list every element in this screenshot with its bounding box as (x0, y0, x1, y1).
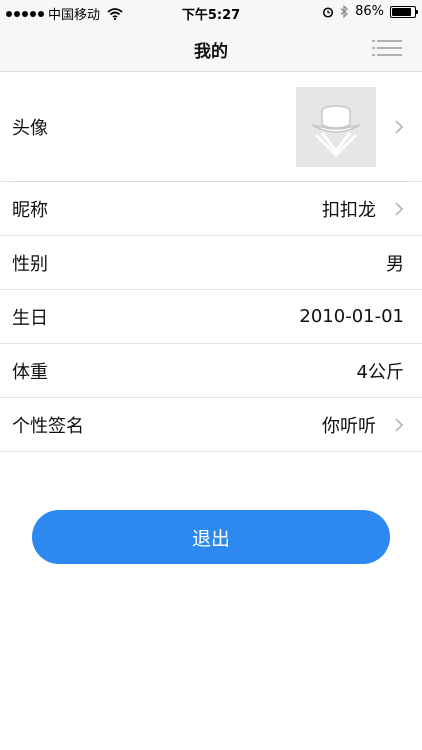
row-label-gender: 性别 (12, 253, 48, 275)
row-label-birthday: 生日 (12, 307, 48, 329)
menu-list-icon[interactable] (372, 38, 402, 58)
battery-icon (390, 5, 418, 18)
chevron-right-icon (395, 417, 404, 432)
row-value-nickname: 扣扣龙 (322, 199, 376, 221)
profile-row-avatar[interactable]: 头像 (0, 72, 422, 182)
profile-row-birthday: 生日 2010-01-01 (0, 290, 422, 344)
row-label-weight: 体重 (12, 361, 48, 383)
status-bar: 中国移动 下午5:27 86% (0, 0, 422, 24)
profile-row-gender: 性别 男 (0, 236, 422, 290)
row-value-gender: 男 (386, 253, 404, 275)
status-right: 86% (322, 4, 418, 19)
row-value-signature: 你听听 (322, 415, 376, 437)
row-value-weight: 4公斤 (356, 361, 404, 383)
default-avatar-icon (311, 104, 361, 157)
battery-percent: 86% (355, 4, 384, 19)
page-title: 我的 (194, 42, 228, 62)
bluetooth-icon (340, 5, 348, 18)
avatar[interactable] (296, 86, 376, 167)
navigation-bar: 我的 (0, 24, 422, 72)
chevron-right-icon (395, 119, 404, 134)
alarm-icon (323, 6, 334, 18)
profile-list: 头像 昵称 扣扣龙 性别 男 生日 2010-01-01 体重 4公斤 个性签名 (0, 72, 422, 452)
row-label-nickname: 昵称 (12, 199, 48, 221)
profile-row-signature[interactable]: 个性签名 你听听 (0, 398, 422, 452)
profile-row-nickname[interactable]: 昵称 扣扣龙 (0, 182, 422, 236)
chevron-right-icon (395, 201, 404, 216)
row-label-signature: 个性签名 (12, 415, 84, 437)
logout-button[interactable]: 退出 (32, 510, 390, 564)
row-label-avatar: 头像 (12, 117, 48, 139)
row-value-birthday: 2010-01-01 (299, 306, 404, 327)
profile-row-weight: 体重 4公斤 (0, 344, 422, 398)
